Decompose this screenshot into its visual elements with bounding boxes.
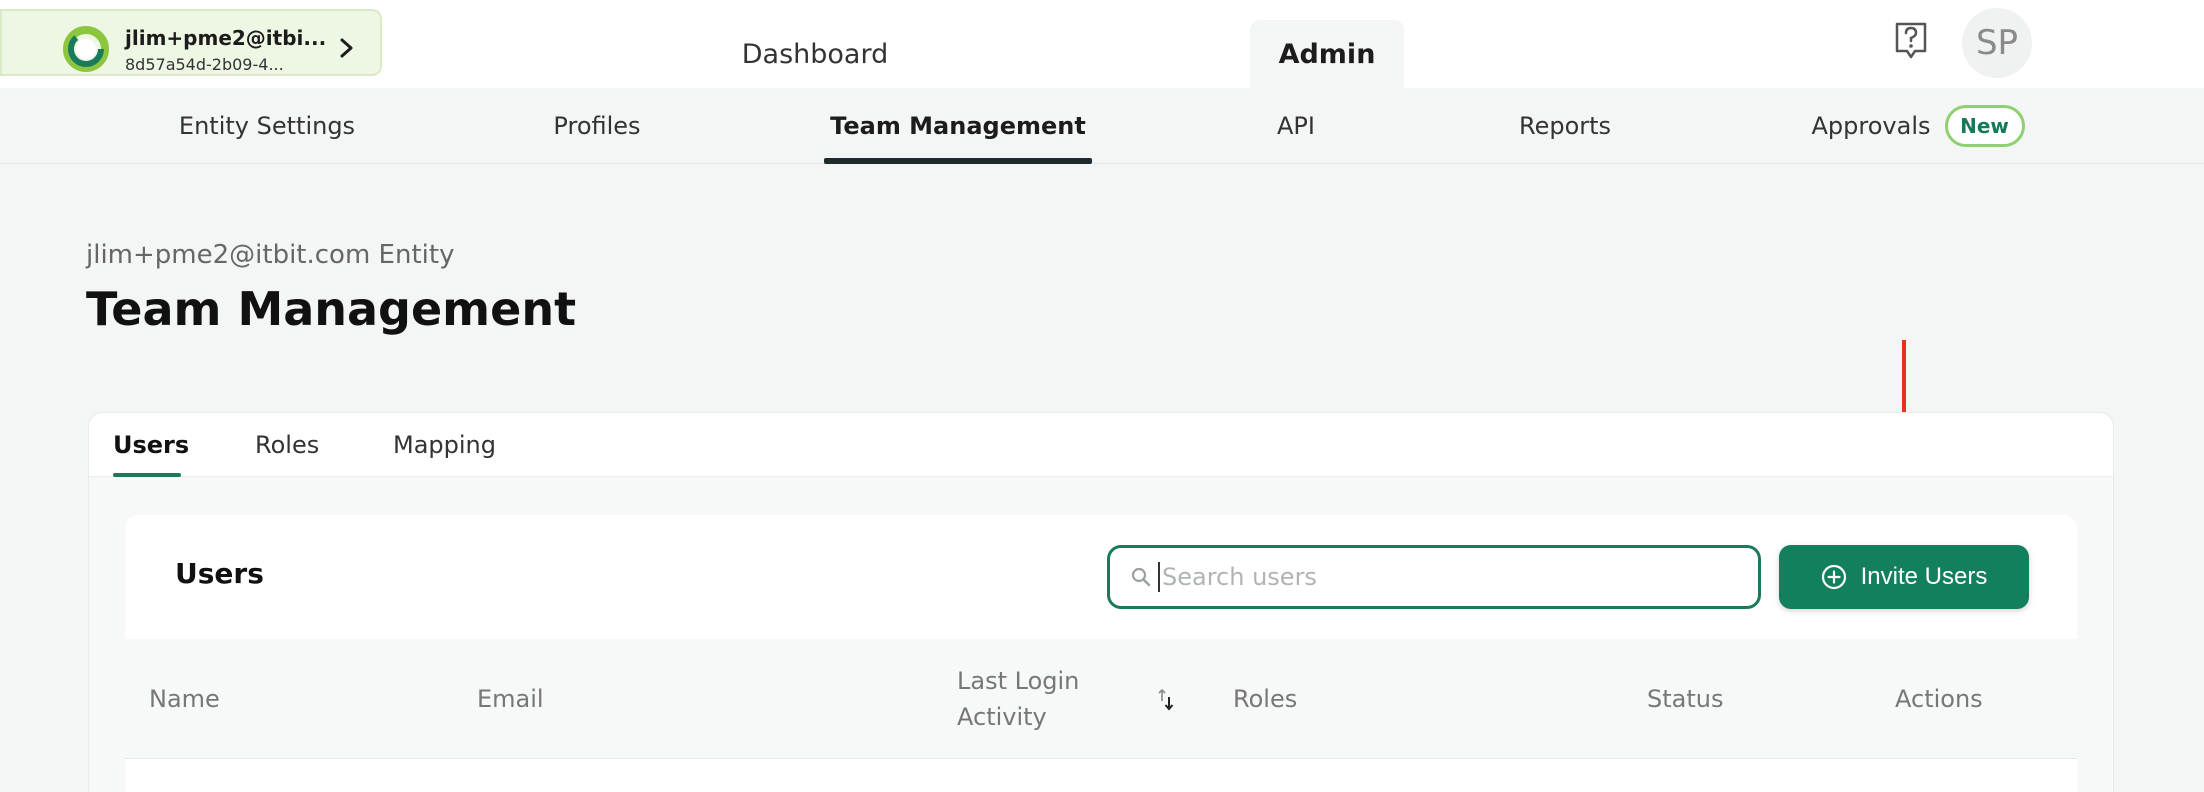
admin-subnav: Entity Settings Profiles Team Management…	[0, 88, 2204, 164]
tab-roles[interactable]: Roles	[255, 413, 319, 477]
plus-circle-icon	[1821, 564, 1846, 590]
column-header-email: Email	[477, 685, 544, 713]
subnav-item-api[interactable]: API	[1260, 88, 1332, 164]
avatar[interactable]: SP	[1962, 8, 2032, 78]
column-header-actions: Actions	[1895, 685, 1983, 713]
invite-users-button[interactable]: Invite Users	[1779, 545, 2029, 609]
subnav-item-reports[interactable]: Reports	[1500, 88, 1630, 164]
column-header-last-login-line1: Last Login	[957, 667, 1080, 695]
invite-users-label: Invite Users	[1860, 563, 1988, 590]
tab-mapping[interactable]: Mapping	[393, 413, 496, 477]
tab-admin[interactable]: Admin	[1250, 20, 1404, 88]
page-title: Team Management	[86, 282, 577, 336]
subnav-item-label: Approvals	[1811, 112, 1931, 140]
subnav-item-entity-settings[interactable]: Entity Settings	[160, 88, 374, 164]
subnav-item-label: API	[1277, 112, 1315, 140]
column-header-roles: Roles	[1233, 685, 1298, 713]
users-panel: Users Invite Users Name Email	[125, 515, 2077, 792]
subnav-item-label: Reports	[1518, 112, 1612, 140]
sort-icon[interactable]	[1155, 687, 1177, 713]
subnav-item-label: Team Management	[830, 112, 1086, 140]
entity-name: jlim+pme2@itbi...	[125, 26, 327, 50]
card-tabs: Users Roles Mapping	[89, 413, 2113, 477]
column-header-last-login: Last Login Activity	[957, 663, 1087, 735]
users-table-header: Name Email Last Login Activity Roles Sta…	[125, 639, 2077, 759]
new-badge: New	[1944, 105, 2025, 147]
subnav-item-label: Entity Settings	[178, 112, 356, 140]
app-root: jlim+pme2@itbi... 8d57a54d-2b09-4... Das…	[0, 0, 2204, 792]
team-management-card: Users Roles Mapping Users Invite	[88, 412, 2114, 792]
chevron-right-icon	[340, 38, 353, 58]
subnav-item-profiles[interactable]: Profiles	[530, 88, 664, 164]
users-section-title: Users	[175, 557, 264, 590]
search-icon	[1131, 567, 1151, 587]
tab-users[interactable]: Users	[113, 413, 189, 477]
entity-label: jlim+pme2@itbit.com Entity	[86, 240, 455, 270]
column-header-name: Name	[149, 685, 220, 713]
tab-dashboard[interactable]: Dashboard	[700, 20, 930, 88]
card-tab-active-indicator	[113, 473, 181, 477]
entity-switcher[interactable]: jlim+pme2@itbi... 8d57a54d-2b09-4...	[0, 9, 382, 76]
help-button[interactable]	[1888, 18, 1934, 64]
entity-logo-icon	[63, 26, 109, 72]
column-header-last-login-line2: Activity	[957, 703, 1047, 731]
question-mark-icon	[1895, 22, 1927, 59]
subnav-item-label: Profiles	[553, 112, 641, 140]
search-input[interactable]	[1158, 562, 1738, 592]
top-header: jlim+pme2@itbi... 8d57a54d-2b09-4... Das…	[0, 0, 2204, 88]
subnav-active-indicator	[824, 158, 1092, 164]
subnav-item-approvals[interactable]: Approvals New	[1810, 88, 2026, 164]
entity-id: 8d57a54d-2b09-4...	[125, 55, 284, 74]
subnav-item-team-management[interactable]: Team Management	[824, 88, 1092, 164]
search-field[interactable]	[1107, 545, 1761, 609]
column-header-status: Status	[1647, 685, 1724, 713]
